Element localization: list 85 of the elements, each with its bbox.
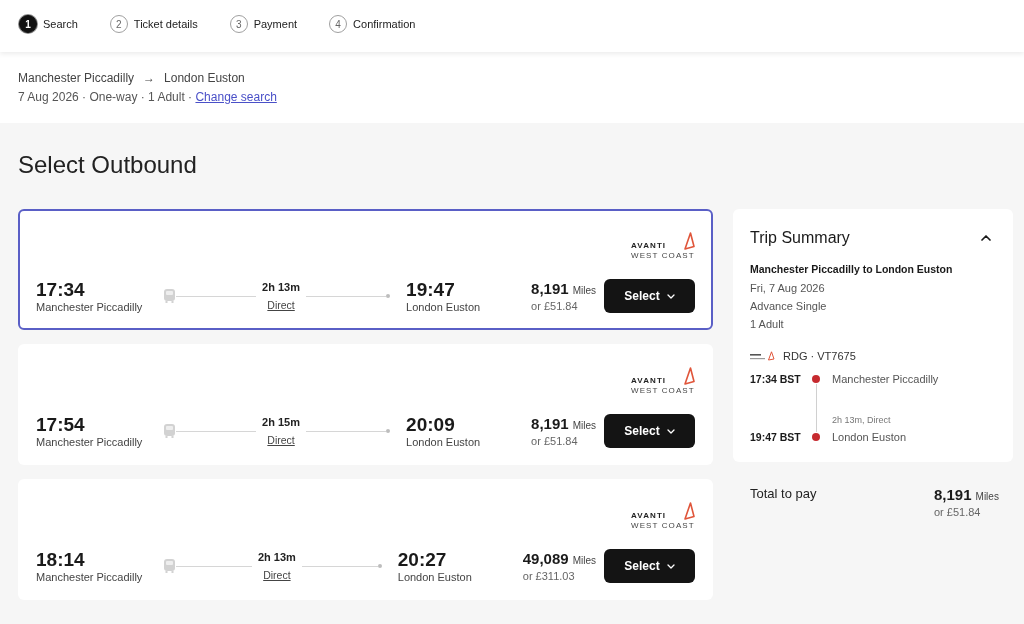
step-label: Search: [43, 17, 78, 32]
departure-station: Manchester Piccadilly: [36, 569, 143, 584]
journey-duration: 2h 13m: [262, 280, 300, 294]
page-heading: Select Outbound: [18, 150, 197, 180]
select-button[interactable]: Select: [604, 279, 695, 313]
stop-time: 17:34 BST: [750, 372, 801, 386]
cash-price: or £311.03: [522, 568, 575, 583]
departure-station: Manchester Piccadilly: [36, 299, 143, 314]
stop-station: London Euston: [832, 430, 906, 444]
origin-station: Manchester Piccadilly: [18, 70, 135, 86]
stop-dot-icon: [812, 375, 820, 383]
arrival-time: 19:47: [406, 278, 455, 300]
train-icon: [164, 289, 175, 303]
passenger-count: 1 Adult: [750, 317, 784, 332]
changes-link[interactable]: Direct: [267, 433, 295, 447]
stop-time: 19:47 BST: [750, 430, 801, 444]
arrival-station: London Euston: [406, 299, 481, 314]
journey-card[interactable]: AVANTI WEST COAST 18:14 Manchester Piccadilly 2h 13m Direct 20:27 London Euston 49,089 Miles or £311.03 Select: [18, 479, 713, 600]
leg-info: 2h 13m, Direct: [832, 414, 891, 426]
departure-time: 17:54: [36, 413, 85, 435]
operator-name: AVANTI: [631, 511, 668, 520]
cash-price: or £51.84: [531, 433, 578, 448]
triangle-logo-icon: [684, 232, 695, 250]
operator-logo-icon: [750, 351, 775, 361]
journey-duration: 2h 13m: [257, 550, 296, 564]
triangle-logo-icon: [684, 367, 695, 385]
chevron-down-icon: [666, 428, 675, 434]
miles-amount: 49,089: [522, 549, 569, 568]
miles-amount: 8,191: [531, 279, 569, 298]
arrival-station: London Euston: [397, 569, 472, 584]
operator-subname: WEST COAST: [631, 385, 695, 396]
changes-link[interactable]: Direct: [267, 298, 295, 312]
step-number: 2: [109, 15, 128, 33]
step-label: Payment: [253, 17, 298, 32]
miles-unit: Miles: [572, 554, 596, 566]
step-number: 1: [19, 15, 37, 33]
change-search-link[interactable]: Change search: [195, 90, 277, 104]
ticket-type: Advance Single: [750, 299, 827, 314]
trip-route: Manchester Piccadilly to London Euston: [750, 262, 953, 276]
triangle-logo-icon: [684, 502, 695, 520]
total-label: Total to pay: [750, 486, 817, 502]
departure-time: 17:34: [36, 278, 85, 300]
changes-link[interactable]: Direct: [263, 568, 291, 582]
step-number: 4: [329, 15, 348, 33]
stop-station: Manchester Piccadilly: [832, 372, 939, 386]
service-code: RDG · VT7675: [783, 349, 856, 363]
departure-time: 18:14: [36, 548, 85, 570]
train-icon: [164, 424, 175, 438]
step-label: Ticket details: [133, 17, 198, 32]
miles-unit: Miles: [975, 491, 999, 502]
chevron-down-icon: [666, 293, 675, 299]
stop-dot-icon: [812, 433, 820, 441]
cash-price: or £51.84: [531, 298, 578, 313]
travel-date: Fri, 7 Aug 2026: [750, 281, 825, 296]
chevron-up-icon[interactable]: [981, 235, 991, 241]
miles-unit: Miles: [572, 284, 596, 296]
journey-card[interactable]: AVANTI WEST COAST 17:54 Manchester Piccadilly 2h 15m Direct 20:09 London Euston 8,191 Miles or £51.84 Select: [18, 344, 713, 465]
chevron-down-icon: [666, 563, 675, 569]
route-arrow: →: [143, 70, 156, 86]
miles-amount: 8,191: [531, 414, 569, 433]
operator-name: AVANTI: [631, 241, 668, 250]
search-details: 7 Aug 2026 · One-way · 1 Adult · Change search: [18, 89, 277, 105]
operator-subname: WEST COAST: [631, 520, 695, 531]
arrival-time: 20:27: [397, 548, 447, 570]
operator-subname: WEST COAST: [631, 250, 695, 261]
trip-summary-title: Trip Summary: [750, 228, 850, 248]
journey-duration: 2h 15m: [262, 415, 300, 429]
destination-station: London Euston: [164, 70, 245, 86]
route-end-dot-icon: [386, 429, 391, 433]
route-end-dot-icon: [377, 564, 382, 568]
departure-station: Manchester Piccadilly: [36, 434, 143, 449]
select-button[interactable]: Select: [604, 414, 695, 448]
total-cash-price: or £51.84: [934, 505, 981, 519]
operator-name: AVANTI: [631, 376, 668, 385]
route-end-dot-icon: [386, 294, 391, 298]
miles-unit: Miles: [572, 419, 596, 431]
arrival-station: London Euston: [406, 434, 481, 449]
select-button[interactable]: Select: [604, 549, 695, 583]
step-label: Confirmation: [353, 17, 416, 32]
arrival-time: 20:09: [406, 413, 455, 435]
total-miles: 8,191: [934, 486, 972, 504]
train-icon: [164, 559, 175, 573]
timeline-line: [815, 384, 817, 432]
journey-card[interactable]: AVANTI WEST COAST 17:34 Manchester Piccadilly 2h 13m Direct 19:47 London Euston 8,191 Miles or £51.84 Select: [18, 209, 713, 330]
step-number: 3: [229, 15, 248, 33]
